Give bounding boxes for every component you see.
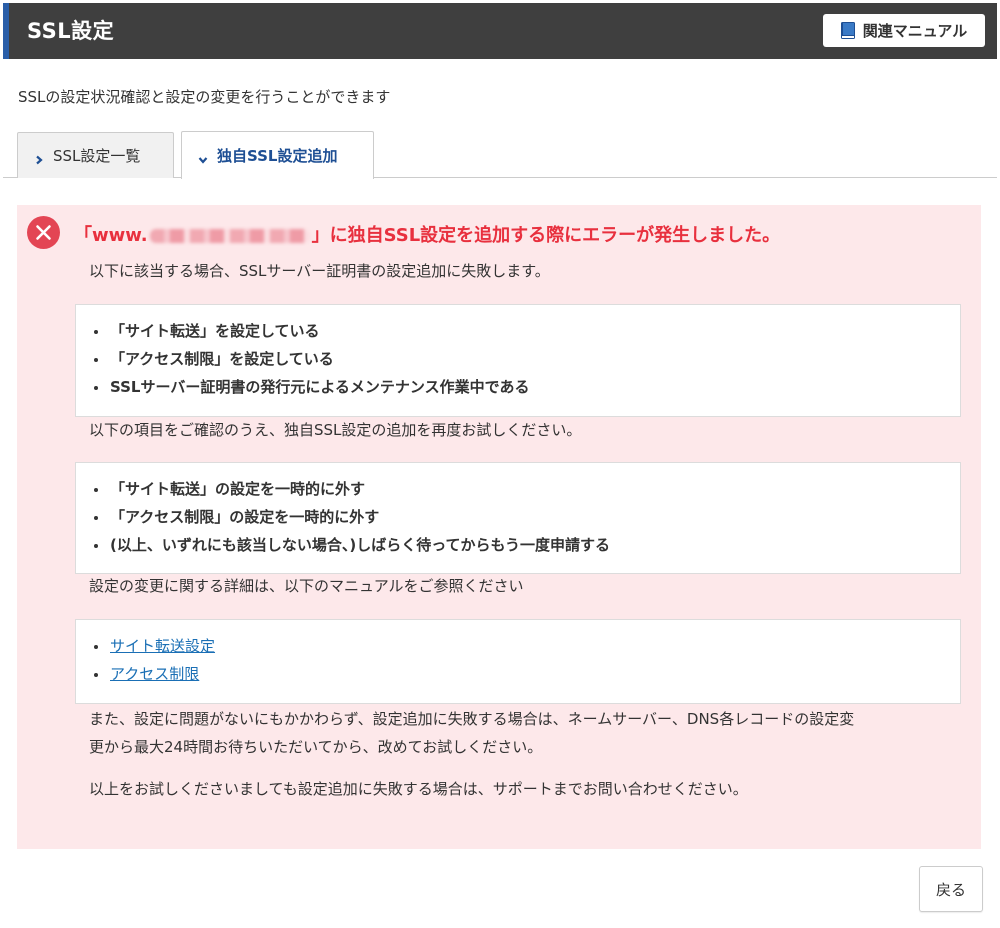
dns-note-line2: 更から最大24時間お待ちいただいてから、改めてお試しください。 <box>89 738 543 756</box>
manual-links-list: サイト転送設定 アクセス制限 <box>92 632 960 688</box>
support-note: 以上をお試しくださいましても設定追加に失敗する場合は、サポートまでお問い合わせく… <box>89 780 748 798</box>
back-button[interactable]: 戻る <box>919 866 983 912</box>
list-item: 「アクセス制限」の設定を一時的に外す <box>92 503 960 531</box>
error-title-suffix: 」に独自SSL設定を追加する際にエラーが発生しました。 <box>311 225 781 246</box>
list-item: (以上、いずれにも該当しない場合、)しばらく待ってからもう一度申請する <box>92 531 960 559</box>
error-panel: 「www. 」に独自SSL設定を追加する際にエラーが発生しました。 以下に該当する… <box>17 205 981 849</box>
intro-text: SSLの設定状況確認と設定の変更を行うことができます <box>18 88 391 106</box>
related-manual-label: 関連マニュアル <box>862 22 968 40</box>
list-item: SSLサーバー証明書の発行元によるメンテナンス作業中である <box>92 373 960 401</box>
tab-ssl-list[interactable]: SSL設定一覧 <box>17 132 174 178</box>
manual-intro: 設定の変更に関する詳細は、以下のマニュアルをご参照ください <box>89 577 524 595</box>
related-manual-button[interactable]: 関連マニュアル <box>823 14 985 47</box>
chevron-right-icon <box>34 151 44 164</box>
error-action-intro: 以下の項目をご確認のうえ、独自SSL設定の追加を再度お試しください。 <box>89 421 582 439</box>
error-x-icon <box>27 216 60 249</box>
list-item: 「サイト転送」の設定を一時的に外す <box>92 475 960 503</box>
error-title: 「www. 」に独自SSL設定を追加する際にエラーが発生しました。 <box>74 224 780 248</box>
list-item: アクセス制限 <box>92 660 960 688</box>
list-item: サイト転送設定 <box>92 632 960 660</box>
site-forwarding-link[interactable]: サイト転送設定 <box>110 637 215 655</box>
dns-note-line1: また、設定に問題がないにもかかわらず、設定追加に失敗する場合は、ネームサーバー、… <box>89 710 855 728</box>
tab-bar: SSL設定一覧 独自SSL設定追加 <box>0 131 1000 179</box>
cause-list-box: 「サイト転送」を設定している 「アクセス制限」を設定している SSLサーバー証明… <box>75 304 961 417</box>
redacted-domain <box>149 229 310 243</box>
tab-ssl-list-label: SSL設定一覧 <box>53 147 141 165</box>
error-cause-intro: 以下に該当する場合、SSLサーバー証明書の設定追加に失敗します。 <box>89 262 550 280</box>
book-icon <box>840 22 855 39</box>
page-header: SSL設定 関連マニュアル <box>3 3 997 59</box>
chevron-down-icon <box>198 151 208 164</box>
manual-links-box: サイト転送設定 アクセス制限 <box>75 619 961 704</box>
page-title: SSL設定 <box>27 19 115 43</box>
access-restriction-link[interactable]: アクセス制限 <box>110 665 199 683</box>
dns-note: また、設定に問題がないにもかかわらず、設定追加に失敗する場合は、ネームサーバー、… <box>89 705 854 761</box>
tab-add-custom-ssl-label: 独自SSL設定追加 <box>217 147 338 165</box>
action-list-box: 「サイト転送」の設定を一時的に外す 「アクセス制限」の設定を一時的に外す (以上… <box>75 462 961 574</box>
list-item: 「アクセス制限」を設定している <box>92 345 960 373</box>
action-list: 「サイト転送」の設定を一時的に外す 「アクセス制限」の設定を一時的に外す (以上… <box>92 475 960 559</box>
error-title-prefix: 「www. <box>74 225 148 246</box>
tab-add-custom-ssl[interactable]: 独自SSL設定追加 <box>181 131 374 179</box>
list-item: 「サイト転送」を設定している <box>92 317 960 345</box>
cause-list: 「サイト転送」を設定している 「アクセス制限」を設定している SSLサーバー証明… <box>92 317 960 401</box>
